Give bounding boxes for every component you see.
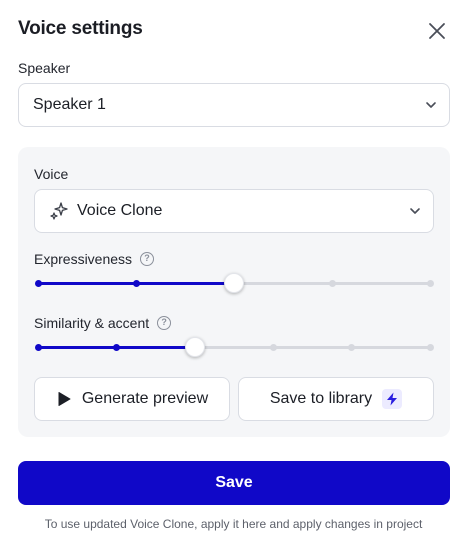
slider-step-dot[interactable] <box>34 344 42 351</box>
help-icon[interactable]: ? <box>140 252 155 266</box>
slider-step-dot[interactable] <box>112 344 120 351</box>
slider-step-dot[interactable] <box>348 344 356 351</box>
slider-step-dot[interactable] <box>132 280 140 287</box>
similarity-label: Similarity & accent <box>34 315 150 331</box>
chevron-down-icon <box>426 102 436 108</box>
sparkle-icon <box>50 202 68 220</box>
chevron-down-icon <box>410 208 420 214</box>
slider-step-dot[interactable] <box>328 280 336 287</box>
dialog-title: Voice settings <box>18 18 143 39</box>
help-icon[interactable]: ? <box>157 316 172 330</box>
similarity-label-row: Similarity & accent ? <box>34 315 172 331</box>
play-icon <box>58 392 71 406</box>
save-to-library-button[interactable]: Save to library <box>238 377 434 421</box>
similarity-slider[interactable] <box>34 336 434 358</box>
voice-select[interactable]: Voice Clone <box>34 189 434 233</box>
slider-thumb[interactable] <box>224 273 244 293</box>
generate-preview-button[interactable]: Generate preview <box>34 377 230 421</box>
save-to-library-label: Save to library <box>269 390 373 407</box>
voice-label: Voice <box>34 166 69 182</box>
close-icon <box>429 23 445 39</box>
save-button-label: Save <box>215 474 253 491</box>
slider-thumb[interactable] <box>184 337 205 357</box>
lightning-bolt-icon <box>382 389 403 409</box>
generate-preview-label: Generate preview <box>81 390 209 407</box>
slider-step-dot[interactable] <box>269 344 277 351</box>
slider-step-dot[interactable] <box>34 280 42 287</box>
speaker-select[interactable]: Speaker 1 <box>18 83 450 127</box>
slider-step-dot[interactable] <box>426 344 434 351</box>
speaker-label: Speaker <box>18 60 71 76</box>
slider-step-dot[interactable] <box>426 280 434 287</box>
expressiveness-label-row: Expressiveness ? <box>34 251 155 267</box>
voice-select-value: Voice Clone <box>77 202 163 219</box>
close-button[interactable] <box>426 20 448 42</box>
save-button[interactable]: Save <box>18 461 450 505</box>
footnote: To use updated Voice Clone, apply it her… <box>44 517 423 531</box>
expressiveness-label: Expressiveness <box>34 251 133 267</box>
expressiveness-slider[interactable] <box>34 272 434 294</box>
speaker-select-value: Speaker 1 <box>33 96 106 113</box>
